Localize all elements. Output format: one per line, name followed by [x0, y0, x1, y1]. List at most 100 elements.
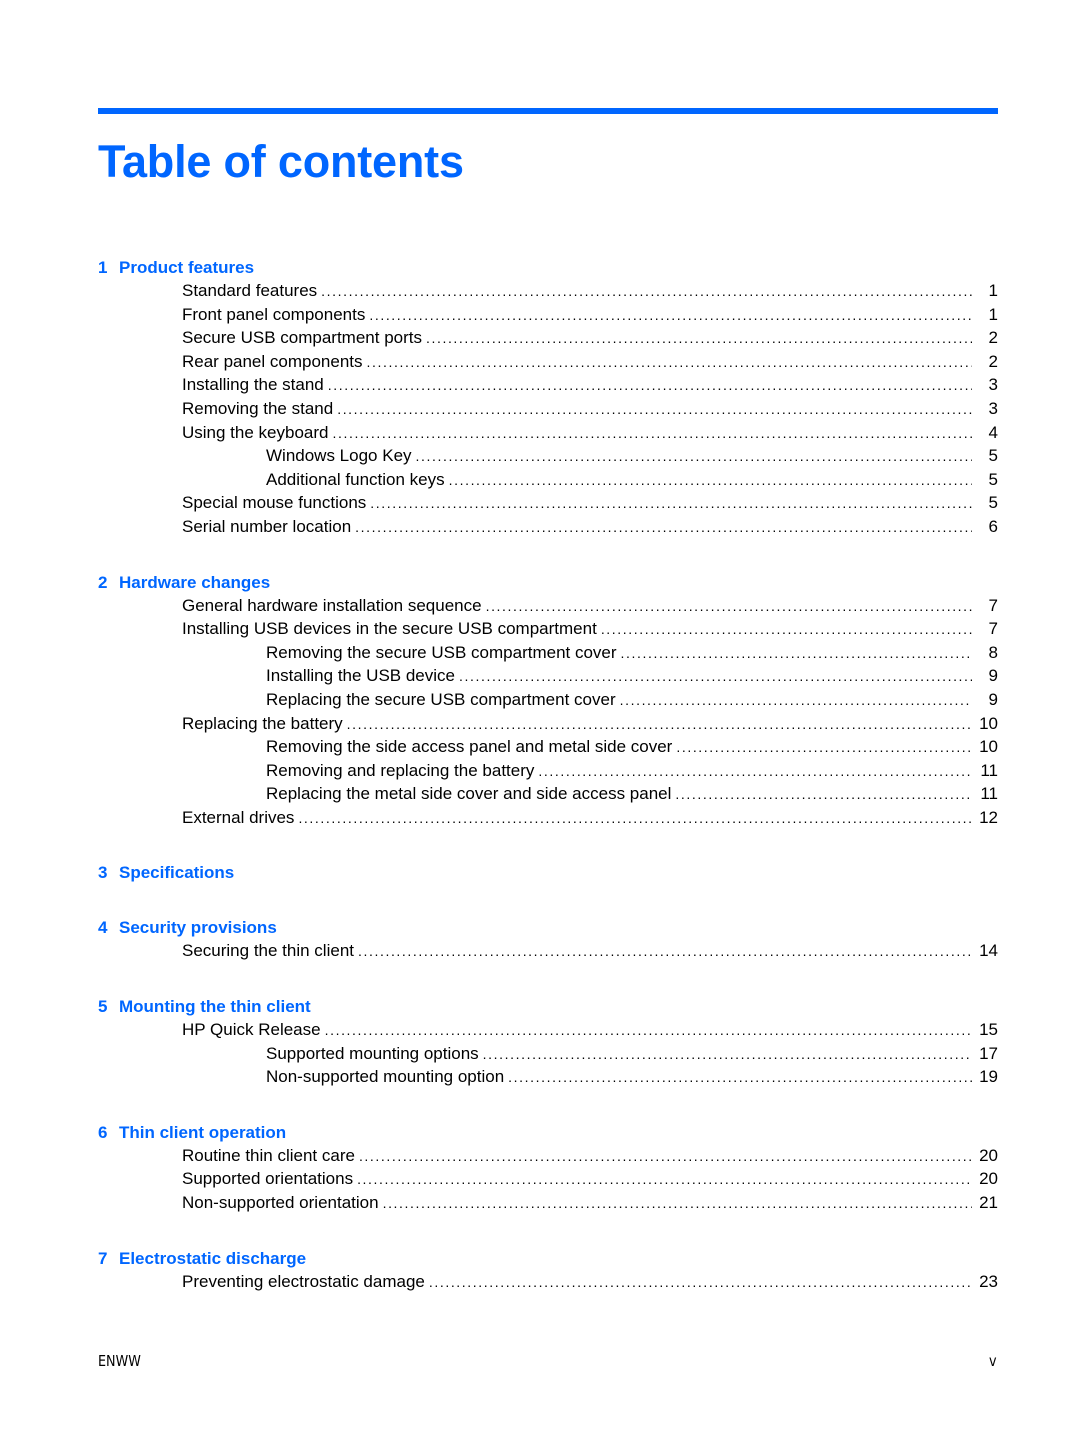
entry-label: Preventing electrostatic damage [182, 1271, 425, 1291]
toc-entry-link[interactable]: Removing the secure USB compartment cove… [98, 641, 998, 665]
dot-leader [508, 1066, 972, 1090]
toc-entry-link[interactable]: Supported orientations 20 [98, 1167, 998, 1191]
chapter-title: Security provisions [119, 918, 277, 938]
dot-leader [358, 940, 972, 964]
toc-entry-link[interactable]: Special mouse functions 5 [98, 491, 998, 515]
dot-leader [538, 760, 972, 784]
entry-page-number: 5 [988, 446, 998, 466]
dot-leader [426, 327, 972, 351]
toc-entry-link[interactable]: Rear panel components 2 [98, 350, 998, 374]
dot-leader [601, 618, 972, 642]
toc-entry-link[interactable]: Installing the stand 3 [98, 373, 998, 397]
toc-entry-link[interactable]: General hardware installation sequence 7 [98, 594, 998, 618]
entry-page-number: 6 [988, 516, 998, 536]
entry-page-number: 20 [979, 1169, 998, 1189]
entry-page-number: 5 [988, 493, 998, 513]
toc-entry-link[interactable]: Non-supported orientation 21 [98, 1191, 998, 1215]
footer-left-label: ENWW [98, 1352, 141, 1370]
dot-leader [355, 516, 972, 540]
entry-page-number: 1 [988, 304, 998, 324]
dot-leader [449, 469, 972, 493]
dot-leader [357, 1168, 972, 1192]
chapter-number: 7 [98, 1248, 108, 1268]
toc-entry-link[interactable]: Replacing the secure USB compartment cov… [98, 688, 998, 712]
toc-entry-link[interactable]: HP Quick Release 15 [98, 1018, 998, 1042]
entry-page-number: 20 [979, 1145, 998, 1165]
entry-label: Removing and replacing the battery [266, 760, 535, 780]
toc-chapter: 5 Mounting the thin client HP Quick Releas… [98, 995, 998, 1089]
entry-page-number: 15 [979, 1020, 998, 1040]
entry-page-number: 12 [979, 807, 998, 827]
toc-entry-link[interactable]: Installing the USB device 9 [98, 664, 998, 688]
entry-label: Removing the secure USB compartment cove… [266, 642, 617, 662]
toc-entry-link[interactable]: Non-supported mounting option 19 [98, 1065, 998, 1089]
entry-page-number: 1 [988, 281, 998, 300]
chapter-heading-link[interactable]: 7 Electrostatic discharge [98, 1247, 998, 1270]
dot-leader [483, 1043, 972, 1067]
entry-page-number: 2 [988, 351, 998, 371]
entry-label: HP Quick Release [182, 1020, 321, 1040]
entry-page-number: 17 [979, 1043, 998, 1063]
entry-label: Secure USB compartment ports [182, 328, 422, 348]
chapter-number: 1 [98, 258, 108, 277]
entry-page-number: 4 [988, 422, 998, 442]
dot-leader [369, 304, 972, 328]
entry-label: Installing the stand [182, 375, 324, 395]
chapter-title: Thin client operation [119, 1122, 287, 1142]
toc-entry-link[interactable]: Removing and replacing the battery 11 [98, 759, 998, 783]
chapter-number: 4 [98, 918, 108, 938]
table-of-contents: 1Product featuresStandard features1Front… [98, 256, 998, 1325]
entry-label: Replacing the secure USB compartment cov… [266, 689, 616, 709]
dot-leader [321, 280, 972, 304]
entry-page-number: 8 [988, 642, 998, 662]
chapter-heading-link[interactable]: 2 Hardware changes [98, 571, 998, 594]
toc-entry-link[interactable]: Routine thin client care 20 [98, 1144, 998, 1168]
toc-entry-link[interactable]: Using the keyboard 4 [98, 421, 998, 445]
toc-chapter: 3 Specifications [98, 861, 998, 884]
toc-entry-link[interactable]: External drives 12 [98, 806, 998, 830]
chapter-heading-link[interactable]: 3 Specifications [98, 861, 998, 884]
chapter-title: Electrostatic discharge [119, 1248, 307, 1268]
entry-page-number: 10 [979, 737, 998, 757]
entry-label: Supported orientations [182, 1169, 354, 1189]
entry-page-number: 9 [988, 666, 998, 686]
dot-leader [298, 807, 972, 831]
entry-label: Replacing the battery [182, 713, 343, 733]
entry-page-number: 5 [988, 469, 998, 489]
toc-entry-link[interactable]: Replacing the metal side cover and side … [98, 782, 998, 806]
toc-entry-link[interactable]: Preventing electrostatic damage 23 [98, 1270, 998, 1294]
toc-entry-link[interactable]: Windows Logo Key 5 [98, 444, 998, 468]
entry-label: Installing USB devices in the secure USB… [182, 619, 597, 639]
entry-page-number: 2 [988, 328, 998, 348]
entry-label: Serial number location [182, 516, 352, 536]
toc-entry-link[interactable]: Installing USB devices in the secure USB… [98, 617, 998, 641]
chapter-number: 3 [98, 863, 108, 883]
chapter-heading-link[interactable]: 5 Mounting the thin client [98, 995, 998, 1018]
toc-entry-link[interactable]: Replacing the battery 10 [98, 712, 998, 736]
entry-label: Windows Logo Key [266, 446, 412, 466]
toc-entry-link[interactable]: Supported mounting options 17 [98, 1042, 998, 1066]
dot-leader [370, 492, 972, 516]
toc-entry-link[interactable]: Removing the stand 3 [98, 397, 998, 421]
dot-leader [337, 398, 972, 422]
toc-entry-link[interactable]: Front panel components 1 [98, 303, 998, 327]
dot-leader [416, 445, 972, 469]
chapter-heading-link[interactable]: 4 Security provisions [98, 916, 998, 939]
dot-leader [621, 642, 972, 666]
entry-page-number: 10 [979, 713, 998, 733]
entry-label: Securing the thin client [182, 941, 354, 961]
toc-entry-link[interactable]: Securing the thin client 14 [98, 939, 998, 963]
toc-entry-link[interactable]: Serial number location 6 [98, 515, 998, 539]
toc-entry-link[interactable]: Standard features 1 [98, 279, 998, 303]
entry-label: Non-supported orientation [182, 1193, 379, 1213]
toc-chapter: 2 Hardware changes General hardware instal… [98, 571, 998, 830]
dot-leader [359, 1145, 972, 1169]
toc-entry-link[interactable]: Removing the side access panel and metal… [98, 735, 998, 759]
entry-label: Replacing the metal side cover and side … [266, 784, 672, 804]
entry-label: General hardware installation sequence [182, 595, 482, 615]
chapter-heading-link[interactable]: 1 Product features [98, 256, 998, 279]
toc-entry-link[interactable]: Secure USB compartment ports 2 [98, 326, 998, 350]
toc-entry-link[interactable]: Additional function keys 5 [98, 468, 998, 492]
chapter-heading-link[interactable]: 6 Thin client operation [98, 1121, 998, 1144]
toc-chapter: 6 Thin client operation Routine thin clien… [98, 1121, 998, 1215]
